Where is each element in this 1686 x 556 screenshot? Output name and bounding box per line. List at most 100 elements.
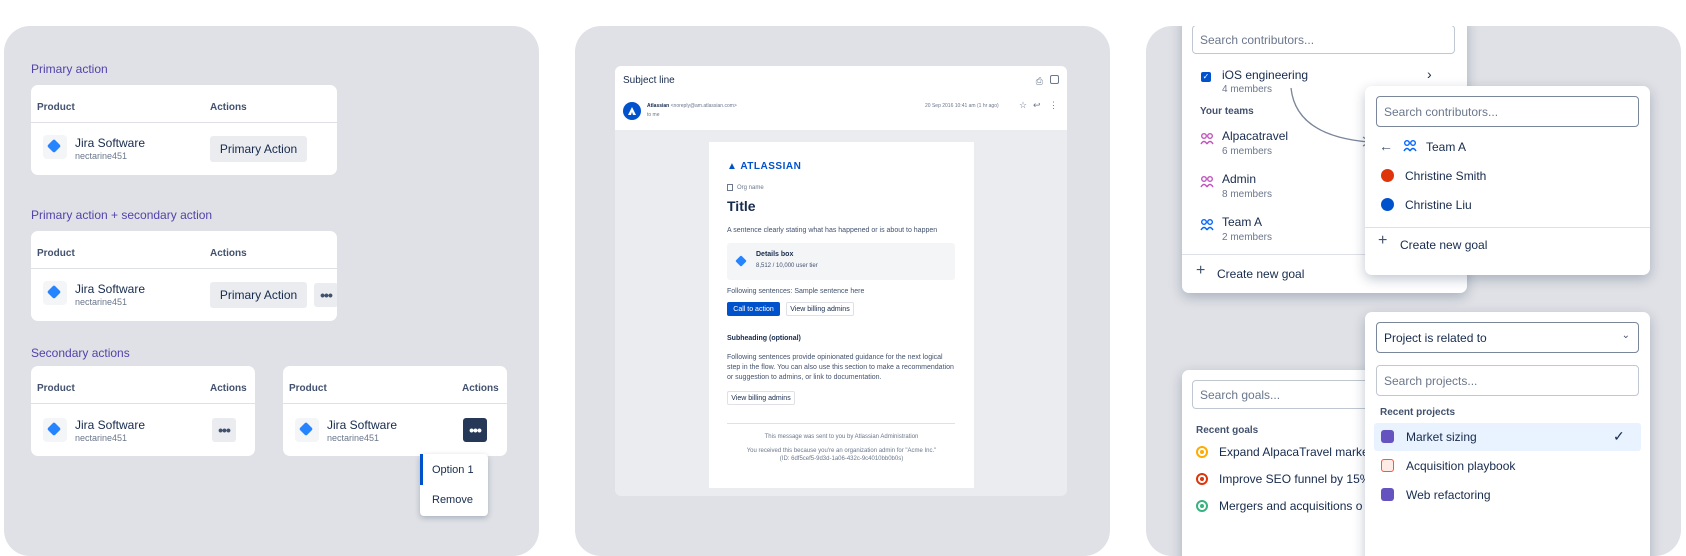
guidance-paragraph: Following sentences provide opinionated … xyxy=(727,354,954,381)
footer-reason: You received this because you're an orga… xyxy=(746,448,937,454)
section-title-primary: Primary action xyxy=(31,62,108,76)
team-ios-name[interactable]: iOS engineering xyxy=(1222,68,1308,82)
team-members: 2 members xyxy=(1222,232,1273,243)
goal-status-icon xyxy=(1196,473,1208,485)
plus-icon[interactable]: + xyxy=(1378,232,1387,250)
more-actions-button[interactable]: ••• xyxy=(314,283,337,307)
more-actions-button[interactable]: ••• xyxy=(212,418,236,442)
project-item[interactable]: Acquisition playbook xyxy=(1406,459,1515,473)
search-projects-input[interactable]: Search projects... xyxy=(1376,365,1639,396)
email-header: Subject line ⎙ Atlassian <noreply@am.atl… xyxy=(615,66,1067,130)
print-icon[interactable]: ⎙ xyxy=(1036,76,1043,87)
view-billing-admins-button-2[interactable]: View billing admins xyxy=(727,391,795,405)
jira-icon xyxy=(43,281,67,305)
popup-search-input[interactable]: Search contributors... xyxy=(1376,96,1639,127)
checkbox-checked-icon[interactable]: ✓ xyxy=(1201,72,1211,82)
email-subject: Subject line xyxy=(623,75,675,86)
product-sub: nectarine451 xyxy=(75,433,128,443)
goal-item[interactable]: Improve SEO funnel by 15% xyxy=(1219,472,1370,486)
email-title: Title xyxy=(727,198,756,214)
plus-icon[interactable]: + xyxy=(1196,262,1205,280)
goal-item[interactable]: Mergers and acquisitions o xyxy=(1219,499,1362,513)
atlassian-logo: ATLASSIAN xyxy=(740,161,802,172)
org-name: Org name xyxy=(737,185,764,191)
search-contributors-input[interactable]: Search contributors... xyxy=(1192,26,1455,54)
email-date: 20 Sep 2016 10:41 am (1 hr ago) xyxy=(925,103,999,109)
more-vertical-icon[interactable]: ⋮ xyxy=(1049,100,1058,111)
atlassian-logo-icon: ▲ xyxy=(727,161,738,172)
reply-icon[interactable]: ↩ xyxy=(1033,100,1041,111)
table-card-primary-secondary: Product Actions Jira Software nectarine4… xyxy=(31,231,337,321)
goal-status-icon xyxy=(1196,500,1208,512)
relation-select-value: Project is related to xyxy=(1384,330,1487,345)
jira-icon xyxy=(295,418,319,442)
star-icon[interactable]: ☆ xyxy=(1019,100,1027,111)
call-to-action-button[interactable]: Call to action xyxy=(727,302,780,316)
product-sub: nectarine451 xyxy=(75,297,128,307)
footer-id: (ID: 6df5cef5-9d3d-1a06-432c-9c4010bb0b0… xyxy=(779,456,904,462)
project-item[interactable]: Web refactoring xyxy=(1406,488,1491,502)
jira-icon xyxy=(735,255,747,267)
project-icon xyxy=(1381,459,1394,472)
create-goal-link[interactable]: Create new goal xyxy=(1217,267,1304,281)
primary-action-button[interactable]: Primary Action xyxy=(210,282,307,308)
avatar xyxy=(1381,169,1394,182)
person-name[interactable]: Christine Smith xyxy=(1405,169,1486,183)
popup-team-name: Team A xyxy=(1426,140,1467,154)
project-picker: Project is related to ⌄ Search projects.… xyxy=(1365,312,1650,556)
following-text: Following sentences: Sample sentence her… xyxy=(727,288,865,295)
menu-item-option-1[interactable]: Option 1 xyxy=(432,464,474,476)
primary-action-button[interactable]: Primary Action xyxy=(210,136,307,162)
view-billing-admins-button[interactable]: View billing admins xyxy=(786,302,854,316)
product-name: Jira Software xyxy=(75,136,146,150)
relation-select[interactable]: Project is related to ⌄ xyxy=(1376,322,1639,353)
more-actions-button-active[interactable]: ••• xyxy=(463,418,487,442)
table-card-secondary-open: Product Actions Jira Software nectarine4… xyxy=(283,366,507,456)
col-product: Product xyxy=(289,383,327,394)
team-name[interactable]: Alpacatravel xyxy=(1222,129,1288,143)
details-title: Details box xyxy=(756,251,794,258)
sender-avatar xyxy=(623,102,641,120)
back-arrow-icon[interactable]: ← xyxy=(1379,138,1393,154)
details-box: Details box 8,512 / 10,000 user tier xyxy=(727,243,955,280)
col-actions: Actions xyxy=(462,383,499,394)
recent-projects-heading: Recent projects xyxy=(1380,407,1456,418)
building-icon xyxy=(727,184,733,191)
goal-status-icon xyxy=(1196,446,1208,458)
avatar xyxy=(1381,198,1394,211)
menu-item-remove[interactable]: Remove xyxy=(432,494,473,506)
col-actions: Actions xyxy=(210,102,247,113)
subheading: Subheading (optional) xyxy=(727,335,801,342)
team-name[interactable]: Team A xyxy=(1222,215,1262,229)
col-product: Product xyxy=(37,102,75,113)
team-icon xyxy=(1200,219,1214,231)
team-drilldown-popup: Search contributors... ← Team A Christin… xyxy=(1365,86,1650,275)
to-me[interactable]: to me xyxy=(647,112,660,118)
your-teams-heading: Your teams xyxy=(1200,106,1254,117)
product-name: Jira Software xyxy=(75,418,146,432)
goal-item[interactable]: Expand AlpacaTravel marke xyxy=(1219,445,1369,459)
recent-goals-heading: Recent goals xyxy=(1196,425,1259,436)
person-name[interactable]: Christine Liu xyxy=(1405,198,1472,212)
open-external-icon[interactable] xyxy=(1050,75,1059,84)
product-sub: nectarine451 xyxy=(327,433,380,443)
team-icon xyxy=(1200,133,1214,145)
sender-email: <noreply@am.atlassian.com> xyxy=(670,103,737,109)
chevron-right-icon[interactable]: › xyxy=(1427,66,1432,82)
jira-icon xyxy=(43,135,67,159)
col-product: Product xyxy=(37,383,75,394)
team-ios-members: 4 members xyxy=(1222,84,1273,95)
popup-create-goal[interactable]: Create new goal xyxy=(1400,238,1487,252)
product-sub: nectarine451 xyxy=(75,151,128,161)
checkmark-icon: ✓ xyxy=(1613,428,1625,444)
email-client: Subject line ⎙ Atlassian <noreply@am.atl… xyxy=(615,66,1067,496)
team-members: 6 members xyxy=(1222,146,1273,157)
footer-sent-by: This message was sent to you by Atlassia… xyxy=(764,434,919,440)
team-name[interactable]: Admin xyxy=(1222,172,1256,186)
table-card-secondary: Product Actions Jira Software nectarine4… xyxy=(31,366,255,456)
col-actions: Actions xyxy=(210,248,247,259)
project-item[interactable]: Market sizing xyxy=(1406,430,1477,444)
chevron-down-icon: ⌄ xyxy=(1621,330,1630,341)
table-card-primary: Product Actions Jira Software nectarine4… xyxy=(31,85,337,175)
section-title-primary-secondary: Primary action + secondary action xyxy=(31,208,213,222)
